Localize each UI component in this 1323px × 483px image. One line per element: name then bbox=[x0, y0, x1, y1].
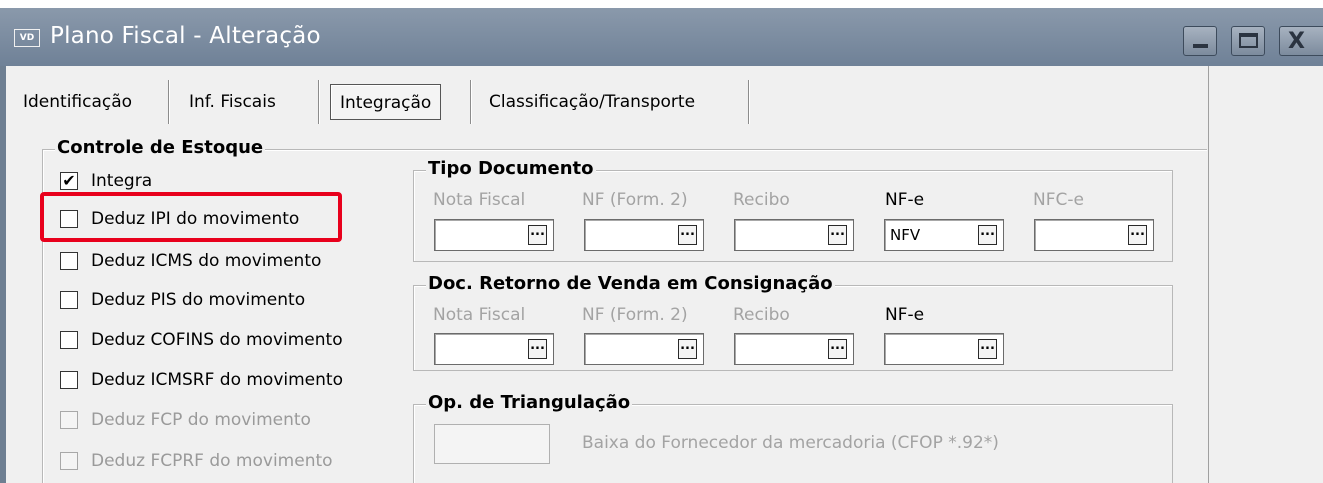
tipo-nota-fiscal-label: Nota Fiscal bbox=[433, 190, 526, 210]
lookup-button[interactable]: ... bbox=[678, 339, 697, 359]
maximize-button[interactable] bbox=[1231, 26, 1265, 56]
tipo-nf-form2-field[interactable]: ... bbox=[584, 219, 704, 251]
tab-separator bbox=[470, 80, 471, 124]
triangulacao-input[interactable] bbox=[434, 424, 550, 464]
checkbox-label: Deduz PIS do movimento bbox=[91, 290, 306, 310]
tipo-recibo-label: Recibo bbox=[733, 190, 790, 210]
tab-identificacao[interactable]: Identificação bbox=[14, 84, 141, 120]
checkbox-deduz-cofins[interactable]: Deduz COFINS do movimento bbox=[60, 326, 343, 354]
checkbox-deduz-icmsrf[interactable]: Deduz ICMSRF do movimento bbox=[60, 366, 343, 394]
highlight-annotation bbox=[40, 192, 342, 242]
close-icon: X bbox=[1288, 29, 1305, 54]
checkbox-label: Deduz FCPRF do movimento bbox=[91, 451, 333, 471]
triangulacao-description: Baixa do Fornecedor da mercadoria (CFOP … bbox=[582, 433, 999, 453]
tipo-nfce-label: NFC-e bbox=[1033, 190, 1084, 210]
retorno-consignacao-title: Doc. Retorno de Venda em Consignação bbox=[426, 273, 835, 294]
minimize-button[interactable] bbox=[1183, 26, 1217, 56]
checkbox-box[interactable] bbox=[60, 331, 78, 349]
controle-estoque-title: Controle de Estoque bbox=[55, 137, 266, 158]
tab-classificacao-transporte[interactable]: Classificação/Transporte bbox=[480, 84, 704, 120]
lookup-button[interactable]: ... bbox=[678, 225, 697, 245]
lookup-button[interactable]: ... bbox=[1128, 225, 1147, 245]
checkbox-label: Integra bbox=[91, 171, 153, 191]
tipo-documento-title: Tipo Documento bbox=[426, 158, 596, 179]
triangulacao-title: Op. de Triangulação bbox=[426, 392, 633, 413]
tipo-nf-form2-label: NF (Form. 2) bbox=[582, 190, 688, 210]
checkbox-box[interactable]: ✔ bbox=[60, 172, 78, 190]
app-icon: VD bbox=[14, 29, 40, 47]
checkbox-integra[interactable]: ✔ Integra bbox=[60, 167, 152, 195]
close-button[interactable]: X bbox=[1279, 26, 1323, 56]
tab-separator bbox=[168, 80, 169, 124]
tipo-nfe-field[interactable]: NFV ... bbox=[884, 219, 1004, 251]
checkbox-label: Deduz COFINS do movimento bbox=[91, 330, 343, 350]
tipo-nota-fiscal-field[interactable]: ... bbox=[434, 219, 554, 251]
checkbox-deduz-icms[interactable]: Deduz ICMS do movimento bbox=[60, 247, 321, 275]
minimize-icon bbox=[1193, 44, 1208, 48]
checkbox-box bbox=[60, 452, 78, 470]
ret-recibo-field[interactable]: ... bbox=[734, 333, 854, 365]
ret-nf-form2-field[interactable]: ... bbox=[584, 333, 704, 365]
ret-nota-fiscal-field[interactable]: ... bbox=[434, 333, 554, 365]
checkbox-box[interactable] bbox=[60, 252, 78, 270]
lookup-button[interactable]: ... bbox=[978, 225, 997, 245]
right-side-panel bbox=[1208, 66, 1323, 483]
field-value: NFV bbox=[890, 226, 921, 244]
ret-recibo-label: Recibo bbox=[733, 305, 790, 325]
checkbox-box[interactable] bbox=[60, 371, 78, 389]
checkbox-deduz-pis[interactable]: Deduz PIS do movimento bbox=[60, 286, 305, 314]
tipo-nfe-label: NF-e bbox=[885, 190, 925, 210]
ret-nfe-field[interactable]: ... bbox=[884, 333, 1004, 365]
tipo-nfce-field[interactable]: ... bbox=[1034, 219, 1154, 251]
checkbox-box bbox=[60, 411, 78, 429]
window-title: Plano Fiscal - Alteração bbox=[50, 23, 321, 49]
tab-separator bbox=[748, 80, 749, 124]
tab-inf-fiscais[interactable]: Inf. Fiscais bbox=[180, 84, 285, 120]
tipo-recibo-field[interactable]: ... bbox=[734, 219, 854, 251]
maximize-icon bbox=[1239, 33, 1258, 48]
checkbox-box[interactable] bbox=[60, 291, 78, 309]
lookup-button[interactable]: ... bbox=[528, 339, 547, 359]
ret-nf-form2-label: NF (Form. 2) bbox=[582, 305, 688, 325]
checkbox-label: Deduz ICMSRF do movimento bbox=[91, 370, 343, 390]
checkbox-label: Deduz ICMS do movimento bbox=[91, 251, 322, 271]
lookup-button[interactable]: ... bbox=[828, 225, 847, 245]
lookup-button[interactable]: ... bbox=[828, 339, 847, 359]
tab-separator bbox=[318, 80, 319, 124]
ret-nota-fiscal-label: Nota Fiscal bbox=[433, 305, 526, 325]
lookup-button[interactable]: ... bbox=[528, 225, 547, 245]
checkbox-label: Deduz FCP do movimento bbox=[91, 410, 311, 430]
lookup-button[interactable]: ... bbox=[978, 339, 997, 359]
tab-integracao[interactable]: Integração bbox=[330, 84, 442, 120]
ret-nfe-label: NF-e bbox=[885, 305, 925, 325]
checkbox-deduz-fcprf: Deduz FCPRF do movimento bbox=[60, 447, 333, 475]
checkbox-deduz-fcp: Deduz FCP do movimento bbox=[60, 406, 311, 434]
